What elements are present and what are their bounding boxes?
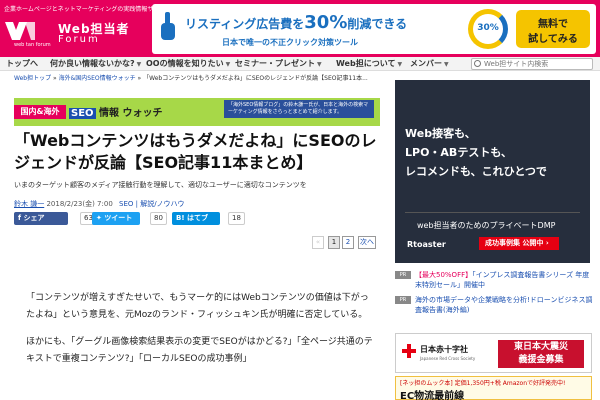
category-note: 「海外SEO情報ブログ」の鈴木謙一氏が、日本と海外の検索マーケティング情報をさら… <box>224 100 374 118</box>
case-study-button[interactable]: 成功事例集 公開中 › <box>479 237 559 250</box>
pr-list: PR 【最大50%OFF】「インプレス調査報告書シリーズ 年度末特別セール」開催… <box>395 270 595 320</box>
sidebar-ad-copy: Web接客も、 LPO・ABテストも、 レコメンドも、これひとつで <box>405 127 547 178</box>
article-subtitle: いまのターゲット顧客のメディア接触行動を理解して、適切なユーザーに適切なコンテン… <box>14 181 307 189</box>
nav-item-about[interactable]: Web担について ▼ <box>336 58 402 69</box>
header-ad-banner[interactable]: リスティング広告費を30%削減できる 日本で唯一の不正クリック対策ツール 30%… <box>152 4 596 54</box>
ec-book-title: EC物流最前線 <box>400 391 465 400</box>
sidebar-ad-dmp: web担当者のためのプライベートDMP <box>417 221 556 230</box>
chevron-down-icon: ▼ <box>397 61 403 68</box>
hatena-bookmark-count: 18 <box>228 212 245 225</box>
pr-item[interactable]: PR 海外の市場データや企業戦略を分析!ドローンビジネス調査報告書(海外編) <box>395 295 595 315</box>
redcross-message: 東日本大震災 義援金募集 <box>498 340 584 368</box>
sidebar-ad-divider <box>405 212 580 213</box>
chevron-down-icon: ▼ <box>444 61 449 68</box>
hatena-bookmark-button[interactable]: B! はてブ 18 <box>172 212 245 225</box>
site-logo-icon[interactable] <box>5 18 35 44</box>
site-logo-sub[interactable]: Forum <box>58 34 100 45</box>
site-tagline: 企業ホームページとネットマーケティングの実践情報サイト <box>4 6 166 13</box>
redcross-english: Japanese Red Cross Society <box>420 356 476 361</box>
nav-item-top[interactable]: トップへ <box>6 58 38 69</box>
category-banner[interactable]: 国内&海外 SEO 情報 ウォッチ 「海外SEO情報ブログ」の鈴木謙一氏が、日本… <box>14 98 380 126</box>
category-title: SEO 情報 ウォッチ <box>69 108 163 119</box>
site-header: 企業ホームページとネットマーケティングの実践情報サイト Web担当者 Forum… <box>0 0 600 57</box>
pager-next-button[interactable]: 次へ <box>358 236 376 249</box>
redcross-banner[interactable]: 日本赤十字社 Japanese Red Cross Society 東日本大震災… <box>395 333 592 373</box>
nav-item-seminar[interactable]: セミナー・プレゼント ▼ <box>235 58 322 69</box>
chevron-left-icon: « <box>315 238 321 246</box>
sidebar-ad-rtoaster[interactable]: Web接客も、 LPO・ABテストも、 レコメンドも、これひとつで web担当者… <box>395 80 590 263</box>
breadcrumb: Web担トップ » 海外&国内SEO情報ウォッチ » 「Webコンテンツはもうダ… <box>14 75 368 82</box>
article-title: 「Webコンテンツはもうダメだよね」にSEOのレジェンドが反論【SEO記事11本… <box>14 131 377 172</box>
ec-book-ad-top: [ネッ担のムック本] 定価1,350円+税 Amazonで好評発売中! <box>400 380 566 387</box>
breadcrumb-current: 「Webコンテンツはもうダメだよね」にSEOのレジェンドが反論【SEO記事11本… <box>143 75 368 82</box>
breadcrumb-category[interactable]: 海外&国内SEO情報ウォッチ <box>59 75 136 82</box>
breadcrumb-home[interactable]: Web担トップ <box>14 75 51 82</box>
ec-book-ad[interactable]: [ネッ担のムック本] 定価1,350円+税 Amazonで好評発売中! EC物流… <box>395 376 592 400</box>
red-cross-icon <box>402 344 416 358</box>
article-paragraph: 「コンテンツが増えすぎたせいで、もうマーケ的にはWebコンテンツの価値は下がった… <box>26 293 369 320</box>
twitter-share-count: 80 <box>150 212 167 225</box>
ad-subline: 日本で唯一の不正クリック対策ツール <box>222 38 358 47</box>
author-link[interactable]: 鈴木 謙一 <box>14 200 44 208</box>
site-search-input[interactable] <box>471 58 593 70</box>
search-icon[interactable] <box>474 60 481 67</box>
twitter-share-button[interactable]: ✦ ツイート 80 <box>92 212 167 225</box>
chevron-down-icon: ▼ <box>136 61 142 68</box>
article-body: 「コンテンツが増えすぎたせいで、もうマーケ的にはWebコンテンツの価値は下がった… <box>26 290 376 378</box>
pager-page-2[interactable]: 2 <box>342 236 354 249</box>
article-paragraph: ほかにも、「グーグル画像検索結果表示の変更でSEOがはかどる?」「全ページ共通の… <box>26 337 373 364</box>
facebook-share-button[interactable]: f シェア 63 <box>14 212 97 225</box>
nav-item-good-info[interactable]: 何か良い情報ないかな? ▼ <box>50 58 141 69</box>
nav-item-member[interactable]: メンバー ▼ <box>410 58 449 69</box>
chevron-down-icon: ▼ <box>225 61 231 68</box>
category-label: 国内&海外 <box>14 105 66 119</box>
nav-item-want-know[interactable]: OOの情報を知りたい ▼ <box>146 58 230 69</box>
hatena-icon: B! <box>176 214 187 222</box>
chevron-down-icon: ▼ <box>317 61 322 68</box>
publish-date: 2018/2/23(金) 7:00 <box>46 200 113 208</box>
ad-headline: リスティング広告費を30%削減できる <box>185 12 408 33</box>
pr-item[interactable]: PR 【最大50%OFF】「インプレス調査報告書シリーズ 年度末特別セール」開催… <box>395 270 595 290</box>
pager-page-1[interactable]: 1 <box>328 236 340 249</box>
site-logo-small: web tan forum <box>14 42 51 48</box>
chevron-right-icon: › <box>545 239 549 247</box>
pager-prev-button[interactable]: « <box>312 236 324 249</box>
rtoaster-logo: Rtoaster <box>407 240 446 249</box>
redcross-name: 日本赤十字社 <box>420 345 468 354</box>
ad-gauge: 30% <box>468 9 508 49</box>
article-tags[interactable]: SEO | 解説/ノウハウ <box>119 200 185 208</box>
main-nav: トップへ 何か良い情報ないかな? ▼ OOの情報を知りたい ▼ セミナー・プレゼント… <box>0 57 600 71</box>
article-byline: 鈴木 謙一 2018/2/23(金) 7:00 SEO | 解説/ノウハウ <box>14 199 185 209</box>
ad-cta-button[interactable]: 無料で 試してみる <box>516 10 590 48</box>
pointing-hand-icon <box>161 12 175 40</box>
pr-badge: PR <box>395 271 411 279</box>
pr-badge: PR <box>395 296 411 304</box>
